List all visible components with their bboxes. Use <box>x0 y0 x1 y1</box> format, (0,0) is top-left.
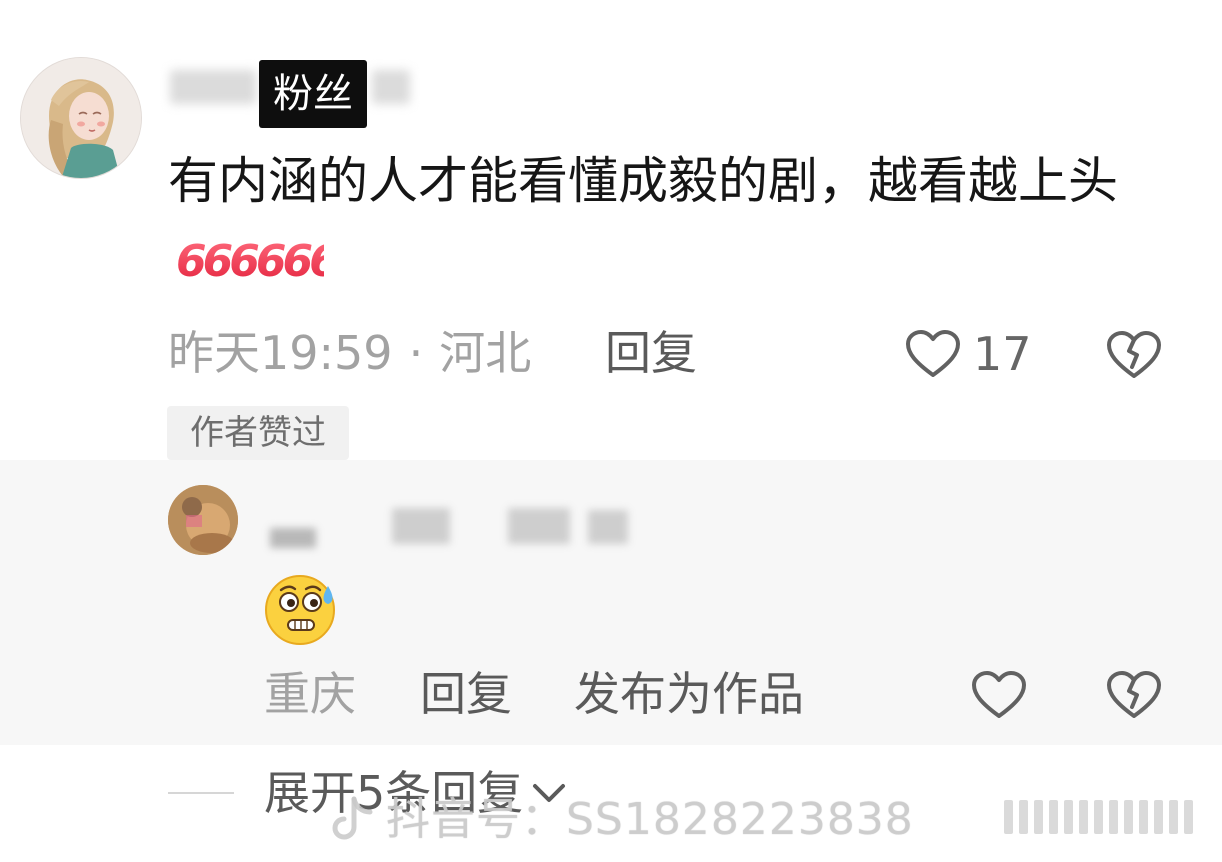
like-count: 17 <box>973 327 1032 381</box>
heart-icon <box>906 330 960 377</box>
broken-heart-icon <box>1107 671 1161 718</box>
reply-username-blur-2 <box>392 508 450 544</box>
expand-divider <box>168 792 234 794</box>
comment-body: 有内涵的人才能看懂成毅的剧，越看越上头 <box>168 152 1118 210</box>
fan-badge: 粉丝 <box>259 60 367 128</box>
reply-location: 重庆 <box>264 667 356 721</box>
comment-time: 昨天19:59 <box>168 326 393 380</box>
nervous-face-emoji-icon <box>262 568 342 648</box>
emoji-666-text: 666666 <box>176 236 324 286</box>
commenter-avatar[interactable] <box>20 57 142 179</box>
watermark-bars <box>1004 800 1193 834</box>
comment-thread: 粉丝 有内涵的人才能看懂成毅的剧，越看越上头 666666 昨天19:59 · 河北… <box>0 0 1222 862</box>
username-redacted-tail <box>372 70 410 104</box>
reply-reply-button[interactable]: 回复 <box>420 666 512 722</box>
publish-as-post-button[interactable]: 发布为作品 <box>574 666 804 722</box>
tiktok-logo-icon <box>332 796 373 840</box>
watermark-text: 抖音号：SS1828223838 <box>386 794 914 845</box>
meta-separator: · <box>408 326 424 380</box>
reply-username-blur-3 <box>508 508 570 544</box>
reply-button[interactable]: 回复 <box>605 325 697 381</box>
comment-text: 有内涵的人才能看懂成毅的剧，越看越上头 666666 <box>168 140 1178 310</box>
reply-username-blur-4 <box>588 510 628 544</box>
dislike-button[interactable] <box>1106 326 1162 382</box>
reply-dislike-button[interactable] <box>1106 666 1162 722</box>
author-liked-tag: 作者赞过 <box>167 406 349 460</box>
like-button[interactable]: 17 <box>905 326 1032 382</box>
heart-icon <box>972 671 1026 718</box>
username-redacted[interactable] <box>170 70 256 104</box>
emoji-666-icon: 666666 <box>174 228 343 310</box>
reply-section: 重庆 回复 发布为作品 <box>0 460 1222 745</box>
reply-username-redacted[interactable] <box>270 528 316 548</box>
reply-avatar-image <box>168 485 238 555</box>
broken-heart-icon <box>1107 331 1161 378</box>
comment-location: 河北 <box>439 326 532 380</box>
watermark: 抖音号：SS1828223838 <box>330 790 914 850</box>
reply-avatar[interactable] <box>168 485 238 555</box>
avatar-illustration <box>21 58 141 178</box>
comment-meta: 昨天19:59 · 河北 <box>168 325 531 381</box>
reply-like-button[interactable] <box>970 666 1028 722</box>
